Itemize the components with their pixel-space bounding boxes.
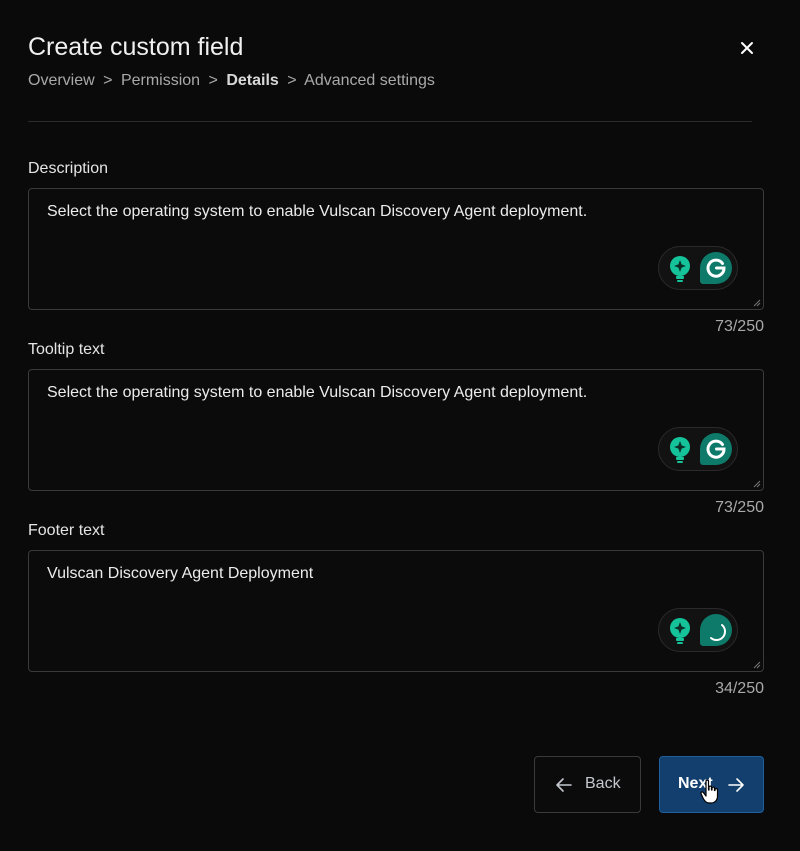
header-divider — [28, 121, 752, 122]
description-label: Description — [28, 160, 109, 177]
footer-text-char-counter: 34/250 — [715, 680, 764, 697]
arrow-left-icon — [556, 778, 572, 792]
footer-text-value[interactable]: Vulscan Discovery Agent Deployment — [47, 565, 313, 583]
tooltip-text-char-counter: 73/250 — [715, 499, 764, 516]
tooltip-text-textarea[interactable]: Select the operating system to enable Vu… — [28, 369, 764, 491]
next-button-label: Next — [678, 775, 713, 792]
lightbulb-sparkle-icon[interactable] — [667, 617, 693, 645]
writing-assistant-widget[interactable] — [658, 608, 738, 652]
description-textarea[interactable]: Select the operating system to enable Vu… — [28, 188, 764, 310]
tooltip-text-value[interactable]: Select the operating system to enable Vu… — [47, 384, 587, 402]
arrow-right-icon — [728, 778, 744, 792]
close-icon[interactable] — [735, 36, 759, 60]
back-button[interactable]: Back — [534, 756, 641, 813]
resize-handle-icon[interactable] — [753, 480, 761, 488]
tooltip-text-label: Tooltip text — [28, 341, 105, 358]
breadcrumb-separator: > — [208, 72, 218, 89]
description-value[interactable]: Select the operating system to enable Vu… — [47, 203, 587, 221]
dialog-title: Create custom field — [28, 33, 244, 61]
back-button-label: Back — [585, 775, 621, 792]
lightbulb-sparkle-icon[interactable] — [667, 436, 693, 464]
grammarly-loading-icon[interactable] — [700, 614, 732, 646]
next-button[interactable]: Next — [659, 756, 764, 813]
resize-handle-icon[interactable] — [753, 661, 761, 669]
breadcrumb-separator: > — [287, 72, 297, 89]
grammarly-g-icon[interactable] — [700, 433, 732, 465]
footer-text-textarea[interactable]: Vulscan Discovery Agent Deployment — [28, 550, 764, 672]
lightbulb-sparkle-icon[interactable] — [667, 255, 693, 283]
breadcrumb: Overview > Permission > Details > Advanc… — [28, 72, 435, 90]
breadcrumb-separator: > — [103, 72, 113, 89]
breadcrumb-item-details: Details — [226, 72, 279, 89]
breadcrumb-item-permission[interactable]: Permission — [121, 72, 200, 89]
breadcrumb-item-overview[interactable]: Overview — [28, 72, 95, 89]
writing-assistant-widget[interactable] — [658, 427, 738, 471]
footer-text-label: Footer text — [28, 522, 105, 539]
breadcrumb-item-advanced-settings[interactable]: Advanced settings — [304, 72, 435, 89]
writing-assistant-widget[interactable] — [658, 246, 738, 290]
grammarly-g-icon[interactable] — [700, 252, 732, 284]
resize-handle-icon[interactable] — [753, 299, 761, 307]
description-char-counter: 73/250 — [715, 318, 764, 335]
